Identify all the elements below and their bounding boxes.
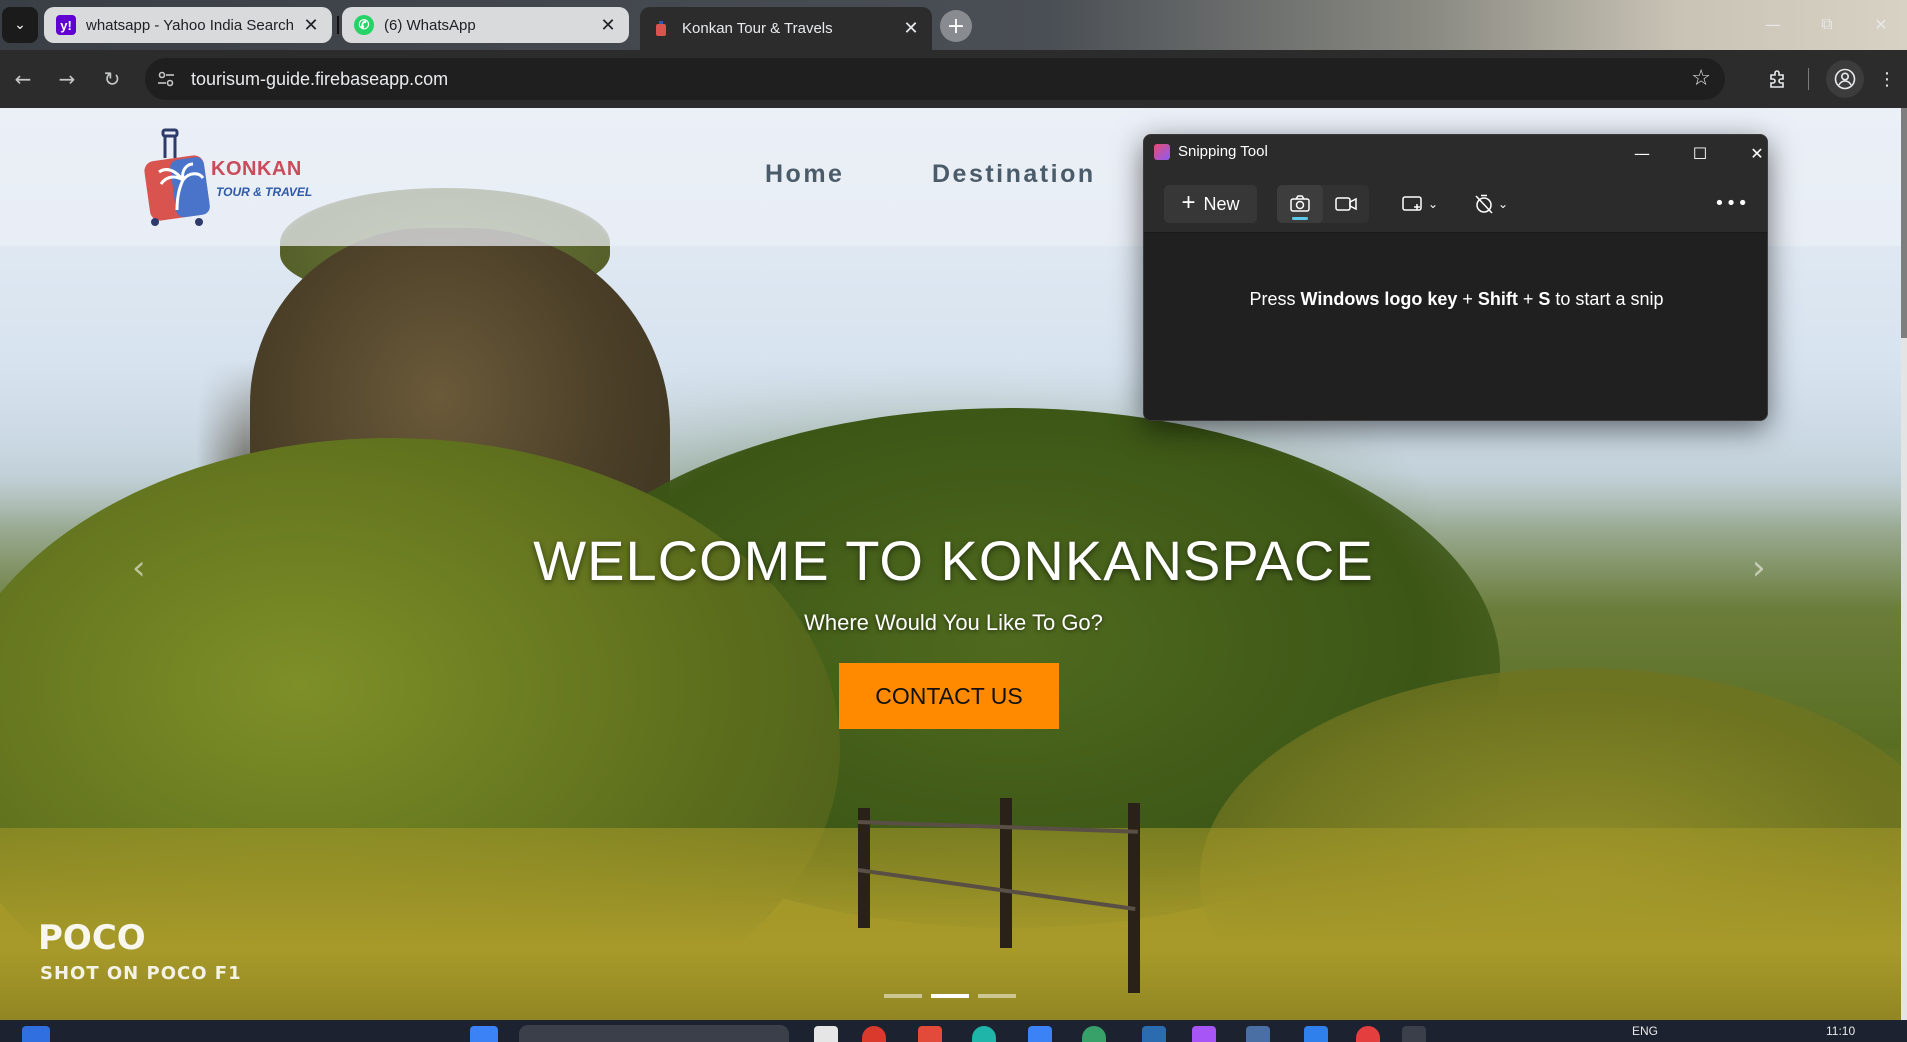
back-arrow-icon[interactable]: ← (8, 64, 38, 94)
windows-widgets-icon[interactable] (22, 1026, 50, 1042)
taskbar-language[interactable]: ENG (1632, 1024, 1658, 1038)
hint-plus: + (1517, 289, 1539, 309)
minimize-window-icon[interactable]: — (1748, 6, 1798, 42)
close-tab-icon[interactable]: ✕ (898, 18, 924, 39)
snip-shortcut-hint: Press Windows logo key + Shift + S to st… (1144, 289, 1767, 310)
close-tab-icon[interactable]: ✕ (298, 15, 324, 36)
new-tab-button[interactable]: + (940, 10, 972, 42)
browser-menu-kebab-icon[interactable]: ⋮ (1872, 64, 1902, 94)
forward-arrow-icon[interactable]: → (52, 64, 82, 94)
reload-icon[interactable]: ↻ (97, 64, 127, 94)
taskbar-search-box[interactable] (519, 1025, 789, 1042)
scrollbar-thumb[interactable] (1901, 108, 1907, 338)
taskbar-app-icon[interactable] (1356, 1026, 1380, 1042)
taskbar-snipping-tool-icon[interactable] (1402, 1026, 1426, 1042)
taskbar-app-icon[interactable] (1082, 1026, 1106, 1042)
taskbar-app-icon[interactable] (1142, 1026, 1166, 1042)
hint-key-shift: Shift (1477, 289, 1518, 309)
yahoo-icon: y! (56, 15, 76, 35)
snipping-tool-toolbar: + New ⌄ ⌄ ••• (1144, 179, 1767, 233)
snipping-tool-app-icon (1154, 144, 1170, 160)
video-camera-icon[interactable] (1323, 185, 1369, 223)
chevron-down-icon: ⌄ (1428, 197, 1439, 211)
taskbar-app-icon[interactable] (1192, 1026, 1216, 1042)
tab-whatsapp[interactable]: ✆ (6) WhatsApp ✕ (342, 7, 629, 43)
timer-off-icon (1475, 194, 1493, 214)
carousel-indicator[interactable] (978, 994, 1016, 998)
taskbar-app-icon[interactable] (1304, 1026, 1328, 1042)
more-options-icon[interactable]: ••• (1714, 193, 1749, 214)
tab-title: whatsapp - Yahoo India Search (86, 16, 294, 34)
snip-minimize-icon[interactable]: — (1619, 139, 1665, 167)
close-window-icon[interactable]: ✕ (1856, 6, 1906, 42)
browser-tab-strip: ⌄ y! whatsapp - Yahoo India Search ✕ ✆ (… (0, 0, 1907, 50)
plus-icon: + (1181, 188, 1196, 216)
close-tab-icon[interactable]: ✕ (595, 15, 621, 36)
taskbar-app-icon[interactable] (972, 1026, 996, 1042)
toolbar-divider (1808, 68, 1809, 90)
taskbar-app-icon[interactable] (1028, 1026, 1052, 1042)
tab-search-chevron-icon[interactable]: ⌄ (2, 7, 38, 43)
windows-taskbar: ENG 11:10 (0, 1020, 1907, 1042)
taskbar-clock[interactable]: 11:10 (1826, 1024, 1855, 1038)
hint-text: Press (1249, 289, 1301, 309)
address-bar[interactable]: tourisum-guide.firebaseapp.com ☆ (145, 58, 1725, 100)
photo-watermark-brand: POCO (38, 918, 146, 958)
profile-avatar-icon[interactable] (1826, 60, 1864, 98)
tab-title: (6) WhatsApp (384, 16, 476, 34)
chevron-down-icon: ⌄ (1498, 197, 1509, 211)
new-snip-label: New (1203, 193, 1240, 214)
snip-shape-dropdown[interactable]: ⌄ (1402, 185, 1438, 223)
new-snip-button[interactable]: + New (1164, 185, 1257, 223)
hero-subtitle: Where Would You Like To Go? (804, 610, 1103, 635)
snip-close-icon[interactable]: ✕ (1734, 139, 1767, 167)
camera-icon[interactable] (1277, 185, 1323, 223)
konkan-favicon (652, 19, 672, 39)
snipping-tool-titlebar[interactable]: Snipping Tool — ☐ ✕ (1144, 135, 1767, 179)
carousel-indicators (884, 994, 1016, 998)
tab-title: Konkan Tour & Travels (682, 20, 833, 37)
tab-konkan-tour[interactable]: Konkan Tour & Travels ✕ (640, 7, 932, 50)
nav-destination[interactable]: Destination (932, 160, 1096, 189)
hero-title: WELCOME TO KONKANSPACE (533, 529, 1374, 592)
carousel-indicator-active[interactable] (931, 994, 969, 998)
contact-us-button[interactable]: CONTACT US (839, 663, 1059, 729)
logo-brand-text: KONKAN (211, 158, 302, 180)
browser-toolbar: ← → ↻ tourisum-guide.firebaseapp.com ☆ ⋮ (0, 50, 1907, 108)
hint-key-windows: Windows logo key (1300, 289, 1458, 309)
hint-text: to start a snip (1550, 289, 1664, 309)
snip-maximize-icon[interactable]: ☐ (1677, 139, 1723, 167)
whatsapp-icon: ✆ (354, 15, 374, 35)
logo-tagline-text: TOUR & TRAVEL (216, 185, 313, 199)
url-text[interactable]: tourisum-guide.firebaseapp.com (191, 69, 448, 90)
snipping-tool-title: Snipping Tool (1178, 143, 1268, 160)
rectangle-snip-icon (1402, 196, 1422, 211)
carousel-indicator[interactable] (884, 994, 922, 998)
site-info-icon[interactable] (155, 68, 177, 90)
restore-window-icon[interactable]: ⧉ (1802, 6, 1852, 42)
taskbar-app-icon[interactable] (918, 1026, 942, 1042)
nav-home[interactable]: Home (765, 160, 844, 189)
tab-yahoo-search[interactable]: y! whatsapp - Yahoo India Search ✕ (44, 7, 332, 43)
extensions-puzzle-icon[interactable] (1762, 64, 1792, 94)
bookmark-star-icon[interactable]: ☆ (1691, 66, 1711, 91)
page-scrollbar[interactable] (1901, 108, 1907, 1020)
taskbar-app-icon[interactable] (814, 1026, 838, 1042)
fence-post (1000, 798, 1012, 948)
hint-plus: + (1457, 289, 1478, 309)
taskbar-app-icon[interactable] (862, 1026, 886, 1042)
capture-mode-toggle (1277, 185, 1369, 223)
windows-start-icon[interactable] (470, 1026, 498, 1042)
snip-delay-dropdown[interactable]: ⌄ (1474, 185, 1508, 223)
snipping-tool-body: Press Windows logo key + Shift + S to st… (1144, 233, 1767, 420)
tab-separator (337, 16, 339, 34)
taskbar-app-icon[interactable] (1246, 1026, 1270, 1042)
site-logo[interactable]: KONKAN TOUR & TRAVEL (143, 128, 313, 228)
hint-key-s: S (1538, 289, 1551, 309)
hero-grass (0, 828, 1907, 1020)
snipping-tool-window: Snipping Tool — ☐ ✕ + New ⌄ ⌄ ••• Press … (1143, 134, 1768, 421)
photo-watermark-caption: SHOT ON POCO F1 (40, 963, 242, 984)
